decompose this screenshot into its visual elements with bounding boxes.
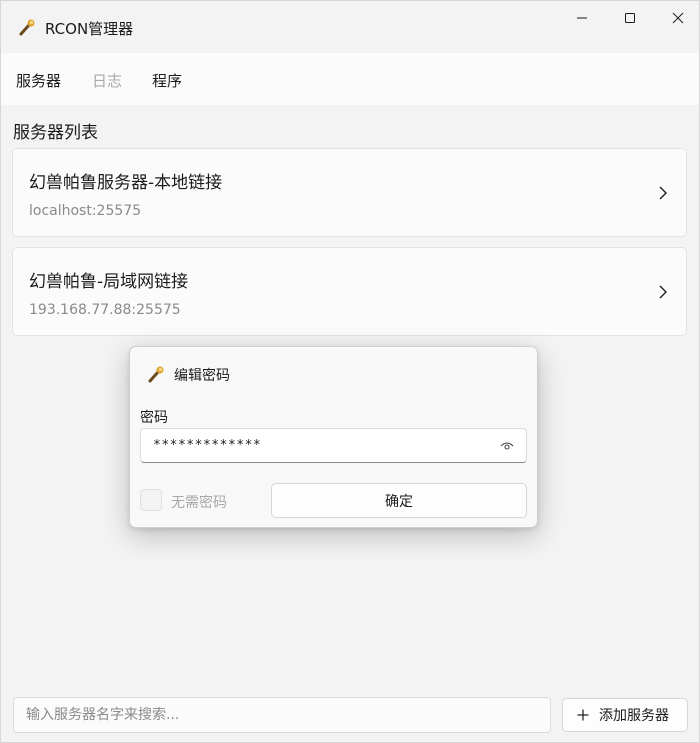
close-button[interactable] [655,1,700,35]
server-address: 193.168.77.88:25575 [29,302,181,318]
close-icon [672,12,684,24]
edit-password-dialog: 编辑密码 密码 无需密码 确定 [129,346,538,528]
no-password-label: 无需密码 [171,495,227,511]
menu-item-servers[interactable]: 服务器 [16,70,61,91]
app-window: RCON管理器 服务器 日志 程序 服务器列表 幻兽帕鲁服务器-本地链接 loc… [0,0,700,743]
menu-item-logs: 日志 [92,72,123,90]
chevron-right-icon [659,285,667,299]
no-password-checkbox[interactable] [140,489,162,511]
maximize-icon [625,13,635,23]
window-title: RCON管理器 [45,20,134,38]
menu-bar: 服务器 日志 程序 [1,53,699,105]
server-card[interactable]: 幻兽帕鲁服务器-本地链接 localhost:25575 [12,148,687,237]
chevron-right-icon [659,186,667,200]
minimize-icon [577,17,587,19]
server-address: localhost:25575 [29,203,142,219]
plus-icon [577,709,589,721]
password-label: 密码 [140,410,168,426]
password-input[interactable] [140,428,527,463]
confirm-button[interactable]: 确定 [271,483,527,518]
menu-item-program[interactable]: 程序 [152,70,182,91]
minimize-button[interactable] [559,1,605,35]
server-name: 幻兽帕鲁-局域网链接 [29,272,189,292]
maximize-button[interactable] [607,1,653,35]
add-server-label: 添加服务器 [599,708,669,724]
dialog-title: 编辑密码 [174,368,230,384]
server-list-title: 服务器列表 [13,123,98,143]
server-name: 幻兽帕鲁服务器-本地链接 [29,173,223,193]
server-search-input[interactable] [13,697,551,733]
eye-icon[interactable] [500,440,514,452]
add-server-button[interactable]: 添加服务器 [562,698,688,732]
title-bar: RCON管理器 [1,1,699,53]
server-card[interactable]: 幻兽帕鲁-局域网链接 193.168.77.88:25575 [12,247,687,336]
torch-icon [148,366,164,383]
torch-icon [19,19,35,36]
